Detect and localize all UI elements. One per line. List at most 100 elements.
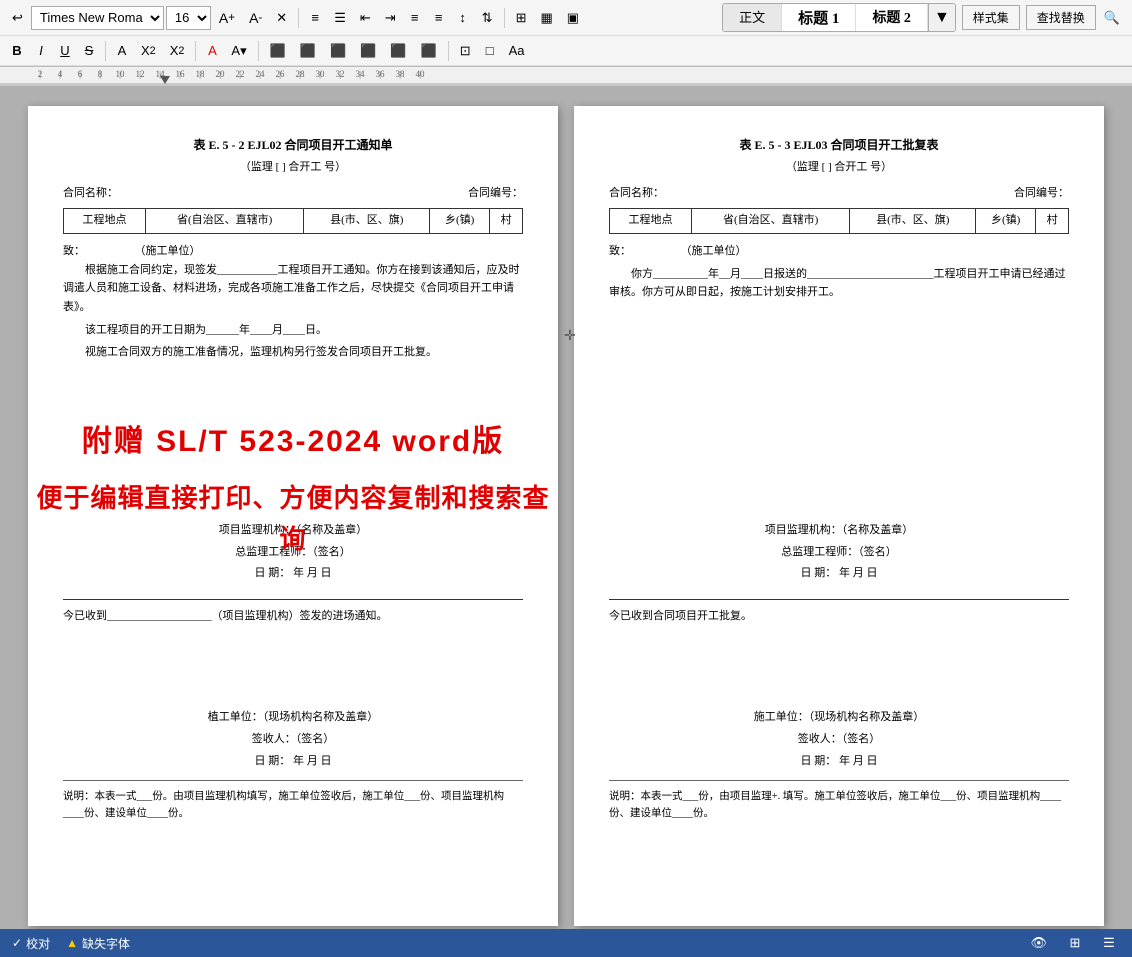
table-row: 工程地点 省(自治区、直辖市) 县(市、区、旗) 乡(镇) 村 — [64, 209, 523, 234]
ruler-mark-16: 16 — [170, 69, 190, 79]
add-cursor-icon: ✛ — [564, 326, 576, 348]
proofread-icon: ✓ — [12, 936, 22, 951]
right-reception-area: 今已收到合同项目开工批复。 施工单位：（现场机构名称及盖章） 签收人：（签名） … — [609, 599, 1069, 770]
menu-button[interactable]: ☰ — [1098, 931, 1120, 955]
increase-indent-button[interactable]: ⇥ — [379, 6, 402, 30]
reception-text: 今已收到___________________（项目监理机构）签发的进场通知。 — [63, 608, 523, 626]
font-size-select[interactable]: 16 — [166, 6, 211, 30]
underline-button[interactable]: U — [54, 39, 76, 63]
ruler-mark-2: 2 — [30, 69, 50, 79]
left-reception-area: 今已收到___________________（项目监理机构）签发的进场通知。 … — [63, 599, 523, 770]
distribute-button[interactable]: ⬛ — [384, 39, 412, 63]
right-signatory-line: 签收人：（签名） — [609, 731, 1069, 749]
change-case-button[interactable]: Aa — [503, 39, 531, 63]
align-left-button[interactable]: ≡ — [404, 6, 426, 30]
proofread-status: ✓ 校对 — [12, 935, 50, 952]
clear-format-button[interactable]: ✕ — [270, 6, 293, 30]
bullets-button[interactable]: ≡ — [304, 6, 326, 30]
right-supervisor-org-line: 项目监理机构：（名称及盖章） — [609, 522, 1069, 540]
table-row: 工程地点 省(自治区、直辖市) 县(市、区、旗) 乡(镇) 村 — [610, 209, 1069, 234]
contractor-line: 植工单位：（现场机构名称及盖章） — [63, 709, 523, 727]
font-grow-button[interactable]: A+ — [213, 6, 241, 30]
contract-name-label: 合同名称： — [63, 185, 118, 203]
style-normal-btn[interactable]: 正文 — [723, 4, 782, 31]
left-signature-area: 项目监理机构：（名称及盖章） 总监理工程师：（签名） 日 期： 年 月 日 — [63, 522, 523, 583]
font-color-button[interactable]: A — [111, 39, 133, 63]
char-shading-button[interactable]: A▾ — [225, 39, 252, 63]
left-doc-title: 表 E. 5 - 2 EJL02 合同项目开工通知单 — [63, 136, 523, 155]
ruler-mark-18: 18 — [190, 69, 210, 79]
bold-button[interactable]: B — [6, 39, 28, 63]
superscript-button[interactable]: X2 — [164, 39, 191, 63]
right-doc-subtitle: （监理 [ ] 合开工 号） — [609, 159, 1069, 177]
toolbar-row2: B I U S A X2 X2 A A▾ ⬛ ⬛ ⬛ ⬛ ⬛ ⬛ ⊡ □ Aa — [0, 36, 1132, 66]
indent2-button[interactable]: ⬛ — [415, 39, 443, 63]
italic-button[interactable]: I — [30, 39, 52, 63]
subscript-button[interactable]: X2 — [135, 39, 162, 63]
style-expand-btn[interactable]: ▼ — [928, 4, 955, 31]
right-date-line: 日 期： 年 月 日 — [609, 565, 1069, 583]
chief-engineer-line: 总监理工程师：（签名） — [63, 544, 523, 562]
date2-line: 日 期： 年 月 日 — [63, 753, 523, 771]
align-left2-button[interactable]: ⬛ — [264, 39, 292, 63]
style-heading1-btn[interactable]: 标题 1 — [782, 4, 856, 31]
left-location-table: 工程地点 省(自治区、直辖市) 县(市、区、旗) 乡(镇) 村 — [63, 208, 523, 234]
borders-button[interactable]: ▦ — [534, 6, 558, 30]
toolbar-row1: ↩ Times New Roma 16 A+ A- ✕ ≡ ☰ ⇤ ⇥ ≡ ≡ … — [0, 0, 1132, 36]
right-para1: 你方__________年__月____日报送的________________… — [609, 265, 1069, 302]
shading-button[interactable]: ▣ — [561, 6, 585, 30]
sep3 — [105, 41, 106, 61]
find-icon[interactable]: 🔍 — [1098, 6, 1126, 30]
ruler-mark-14: 14 — [150, 69, 170, 79]
view-toggle-button[interactable]: 👁 — [1025, 931, 1052, 955]
find-replace-button[interactable]: 查找替换 — [1026, 5, 1096, 30]
justify-button[interactable]: ⬛ — [354, 39, 382, 63]
right-document-page: ✛ 表 E. 5 - 3 EJL03 合同项目开工批复表 （监理 [ ] 合开工… — [574, 106, 1104, 926]
left-doc-body: 致： （施工单位） 根据施工合同约定，现签发___________工程项目开工通… — [63, 242, 523, 362]
watermark-line1: 附赠 SL/T 523-2024 word版 — [28, 418, 558, 466]
supervisor-org-line: 项目监理机构：（名称及盖章） — [63, 522, 523, 540]
table-cell-county: 县(市、区、旗) — [850, 209, 976, 234]
ruler-marks: 2 4 6 8 10 12 14 16 18 20 22 24 26 28 30… — [30, 69, 430, 79]
toolbar-container: ↩ Times New Roma 16 A+ A- ✕ ≡ ☰ ⇤ ⇥ ≡ ≡ … — [0, 0, 1132, 67]
ruler-mark-32: 32 — [330, 69, 350, 79]
ruler-mark-40: 40 — [410, 69, 430, 79]
border2-button[interactable]: □ — [479, 39, 501, 63]
table-cell-township: 乡(镇) — [430, 209, 490, 234]
align-center-button[interactable]: ≡ — [428, 6, 450, 30]
ruler-mark-36: 36 — [370, 69, 390, 79]
ruler-mark-10: 10 — [110, 69, 130, 79]
align-right2-button[interactable]: ⬛ — [324, 39, 352, 63]
style-heading2-btn[interactable]: 标题 2 — [856, 4, 928, 31]
ruler-mark-12: 12 — [130, 69, 150, 79]
left-document-page: 附赠 SL/T 523-2024 word版 便于编辑直接打印、方便内容复制和搜… — [28, 106, 558, 926]
main-content: 附赠 SL/T 523-2024 word版 便于编辑直接打印、方便内容复制和搜… — [0, 86, 1132, 946]
ruler-mark-22: 22 — [230, 69, 250, 79]
style-set-button[interactable]: 样式集 — [962, 5, 1020, 30]
line-spacing-button[interactable]: ↕ — [452, 6, 474, 30]
table-cell-township: 乡(镇) — [976, 209, 1036, 234]
ruler-mark-38: 38 — [390, 69, 410, 79]
ruler-mark-20: 20 — [210, 69, 230, 79]
insert-col-button[interactable]: ⊞ — [510, 6, 533, 30]
decrease-indent-button[interactable]: ⇤ — [354, 6, 377, 30]
right-contract-no-label: 合同编号： — [1014, 185, 1069, 203]
font-family-select[interactable]: Times New Roma — [31, 6, 164, 30]
sep6 — [448, 41, 449, 61]
font-shrink-button[interactable]: A- — [243, 6, 268, 30]
right-chief-engineer-line: 总监理工程师：（签名） — [609, 544, 1069, 562]
strikethrough-button[interactable]: S — [78, 39, 100, 63]
numbering-button[interactable]: ☰ — [328, 6, 352, 30]
left-note: 说明：本表一式___份。由项目监理机构填写，施工单位签收后，施工单位___份、项… — [63, 789, 523, 823]
status-right-area: 👁 ⊞ ☰ — [1025, 931, 1120, 955]
sort-button[interactable]: ⇅ — [476, 6, 499, 30]
dropcap-button[interactable]: ⊡ — [454, 39, 477, 63]
warning-icon: ▲ — [66, 936, 78, 951]
align-center2-button[interactable]: ⬛ — [294, 39, 322, 63]
para3: 视施工合同双方的施工准备情况，监理机构另行签发合同项目开工批复。 — [63, 343, 523, 362]
undo-button[interactable]: ↩ — [6, 6, 29, 30]
to-line: 致： （施工单位） — [63, 242, 523, 261]
layout-button[interactable]: ⊞ — [1064, 931, 1086, 955]
highlight-button[interactable]: A — [201, 39, 223, 63]
table-cell-location: 工程地点 — [610, 209, 692, 234]
